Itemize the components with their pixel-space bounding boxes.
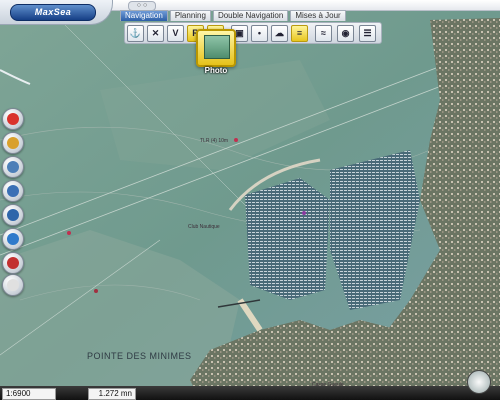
zoom-button[interactable] bbox=[2, 228, 24, 250]
photo-icon bbox=[204, 35, 230, 59]
tab-double-navigation[interactable]: Double Navigation bbox=[212, 10, 289, 21]
main-tabs: Navigation Planning Double Navigation Mi… bbox=[120, 10, 346, 21]
photo-tool-label: Photo bbox=[204, 66, 228, 75]
clock-icon bbox=[7, 279, 19, 291]
marker-button[interactable] bbox=[2, 252, 24, 274]
app-logo: MaxSea bbox=[0, 0, 113, 25]
status-bar: 1:6900 1.272 mn bbox=[0, 386, 500, 400]
buoy[interactable] bbox=[67, 231, 71, 235]
compass-icon bbox=[7, 137, 19, 149]
tab-navigation[interactable]: Navigation bbox=[120, 10, 168, 21]
north-arrow-icon[interactable] bbox=[467, 370, 491, 394]
tab-mises-a-jour[interactable]: Mises à Jour bbox=[290, 10, 346, 21]
distance-readout: 1.272 mn bbox=[88, 388, 136, 400]
settings-icon[interactable]: ☰ bbox=[359, 25, 376, 42]
scale-readout: 1:6900 bbox=[2, 388, 56, 400]
route-icon[interactable]: ✕ bbox=[147, 25, 164, 42]
chart-icon[interactable]: ⚓ bbox=[127, 25, 144, 42]
tide-icon[interactable]: ≡ bbox=[291, 25, 308, 42]
compass-button[interactable] bbox=[2, 132, 24, 154]
chart-map[interactable] bbox=[0, 0, 500, 400]
map-label-tirant: TLR (4) 10m bbox=[200, 138, 229, 144]
tab-planning[interactable]: Planning bbox=[169, 10, 211, 21]
buoy[interactable] bbox=[94, 289, 98, 293]
current-icon[interactable]: ≈ bbox=[315, 25, 332, 42]
pen-button[interactable] bbox=[2, 180, 24, 202]
photo-tool-button[interactable] bbox=[196, 29, 236, 67]
clock-button[interactable] bbox=[2, 274, 24, 296]
search-icon bbox=[7, 161, 19, 173]
search-button[interactable] bbox=[2, 156, 24, 178]
lifebuoy-icon bbox=[7, 113, 19, 125]
waypoint-button[interactable] bbox=[2, 204, 24, 226]
weather-icon[interactable]: ☁ bbox=[271, 25, 288, 42]
zoom-icon bbox=[7, 233, 19, 245]
radar-icon[interactable]: ◉ bbox=[337, 25, 354, 42]
buoy[interactable] bbox=[302, 211, 306, 215]
vector-icon[interactable]: V bbox=[167, 25, 184, 42]
waypoint-icon bbox=[7, 209, 19, 221]
buoy[interactable] bbox=[234, 138, 238, 142]
lifebuoy-button[interactable] bbox=[2, 108, 24, 130]
map-label-club: Club Nautique bbox=[188, 224, 220, 230]
buoy-icon[interactable]: • bbox=[251, 25, 268, 42]
marina-west bbox=[245, 178, 330, 300]
logo-text: MaxSea bbox=[10, 4, 96, 21]
pen-icon bbox=[7, 185, 19, 197]
marker-icon bbox=[7, 257, 19, 269]
toolbar: ⚓ ✕ V R ▣ • ☁ ≡ ≈ ◉ ☰ bbox=[124, 22, 382, 44]
map-label-area: POINTE DES MINIMES bbox=[87, 351, 192, 361]
